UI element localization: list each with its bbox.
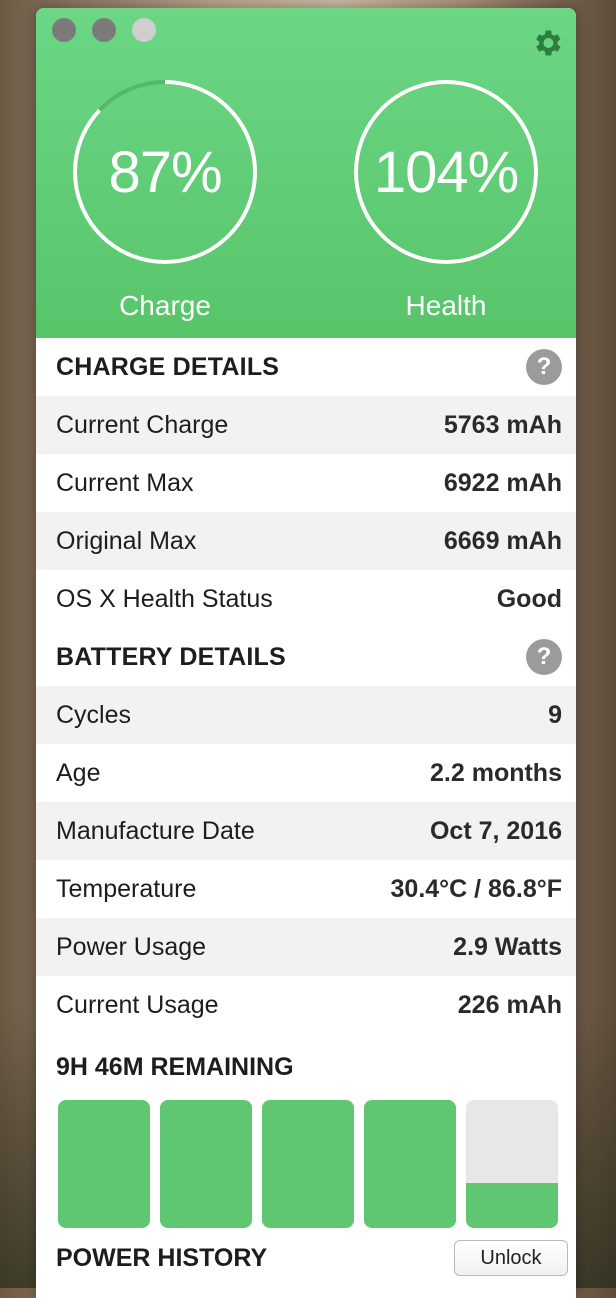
current-charge-label: Current Charge xyxy=(56,410,229,439)
battery-segment xyxy=(58,1100,150,1228)
charge-percent: 87% xyxy=(108,139,222,205)
battery-segment-fill xyxy=(466,1183,558,1228)
cycles-value: 9 xyxy=(548,700,562,729)
power-usage-label: Power Usage xyxy=(56,932,207,961)
current-usage-value: 226 mAh xyxy=(457,990,562,1019)
age-row: Age 2.2 months xyxy=(36,744,576,802)
close-window-button[interactable] xyxy=(52,18,76,42)
age-label: Age xyxy=(56,758,101,787)
battery-segment-fill xyxy=(262,1100,354,1228)
health-status-label: OS X Health Status xyxy=(56,584,273,613)
charge-label: Charge xyxy=(119,290,211,321)
battery-details-help-icon[interactable]: ? xyxy=(526,639,562,675)
battery-summary-header: 87% Charge 104% Health xyxy=(36,8,576,338)
charge-details-title: CHARGE DETAILS xyxy=(56,352,280,381)
minimize-window-button[interactable] xyxy=(92,18,116,42)
health-status-value: Good xyxy=(496,584,562,613)
health-label: Health xyxy=(405,290,487,321)
current-charge-value: 5763 mAh xyxy=(443,410,562,439)
time-remaining-title: 9H 46M REMAINING xyxy=(56,1052,294,1081)
battery-segment xyxy=(364,1100,456,1228)
current-usage-label: Current Usage xyxy=(56,990,219,1019)
manufacture-date-row: Manufacture Date Oct 7, 2016 xyxy=(36,802,576,860)
battery-level-segments xyxy=(36,1100,576,1228)
manufacture-date-label: Manufacture Date xyxy=(56,816,255,845)
battery-details-header: BATTERY DETAILS ? xyxy=(36,628,576,686)
current-charge-row: Current Charge 5763 mAh xyxy=(36,396,576,454)
health-gauge: 104% Health xyxy=(352,78,540,322)
original-max-label: Original Max xyxy=(56,526,197,555)
unlock-button[interactable]: Unlock xyxy=(454,1240,568,1276)
charge-details-header: CHARGE DETAILS ? xyxy=(36,338,576,396)
cycles-row: Cycles 9 xyxy=(36,686,576,744)
power-history-title: POWER HISTORY xyxy=(56,1243,268,1272)
power-usage-row: Power Usage 2.9 Watts xyxy=(36,918,576,976)
battery-segment xyxy=(466,1100,558,1228)
battery-segment-fill xyxy=(364,1100,456,1228)
temperature-row: Temperature 30.4°C / 86.8°F xyxy=(36,860,576,918)
temperature-label: Temperature xyxy=(56,874,197,903)
current-max-value: 6922 mAh xyxy=(443,468,562,497)
zoom-window-button[interactable] xyxy=(132,18,156,42)
battery-app-window: 87% Charge 104% Health CHARGE DETAILS ? … xyxy=(36,8,576,1298)
original-max-row: Original Max 6669 mAh xyxy=(36,512,576,570)
original-max-value: 6669 mAh xyxy=(443,526,562,555)
battery-segment-fill xyxy=(160,1100,252,1228)
charge-details-help-icon[interactable]: ? xyxy=(526,349,562,385)
current-max-row: Current Max 6922 mAh xyxy=(36,454,576,512)
health-percent: 104% xyxy=(373,139,519,205)
battery-segment-fill xyxy=(58,1100,150,1228)
battery-segment xyxy=(160,1100,252,1228)
temperature-value: 30.4°C / 86.8°F xyxy=(390,874,562,903)
charge-gauge: 87% Charge xyxy=(71,78,259,322)
battery-details-title: BATTERY DETAILS xyxy=(56,642,286,671)
age-value: 2.2 months xyxy=(430,758,562,787)
window-controls xyxy=(52,18,156,42)
manufacture-date-value: Oct 7, 2016 xyxy=(429,816,562,845)
current-max-label: Current Max xyxy=(56,468,194,497)
cycles-label: Cycles xyxy=(56,700,132,729)
power-history-header: POWER HISTORY Unlock xyxy=(36,1228,576,1288)
health-status-row: OS X Health Status Good xyxy=(36,570,576,628)
power-usage-value: 2.9 Watts xyxy=(453,932,562,961)
current-usage-row: Current Usage 226 mAh xyxy=(36,976,576,1034)
gear-icon[interactable] xyxy=(530,26,564,60)
battery-segment xyxy=(262,1100,354,1228)
